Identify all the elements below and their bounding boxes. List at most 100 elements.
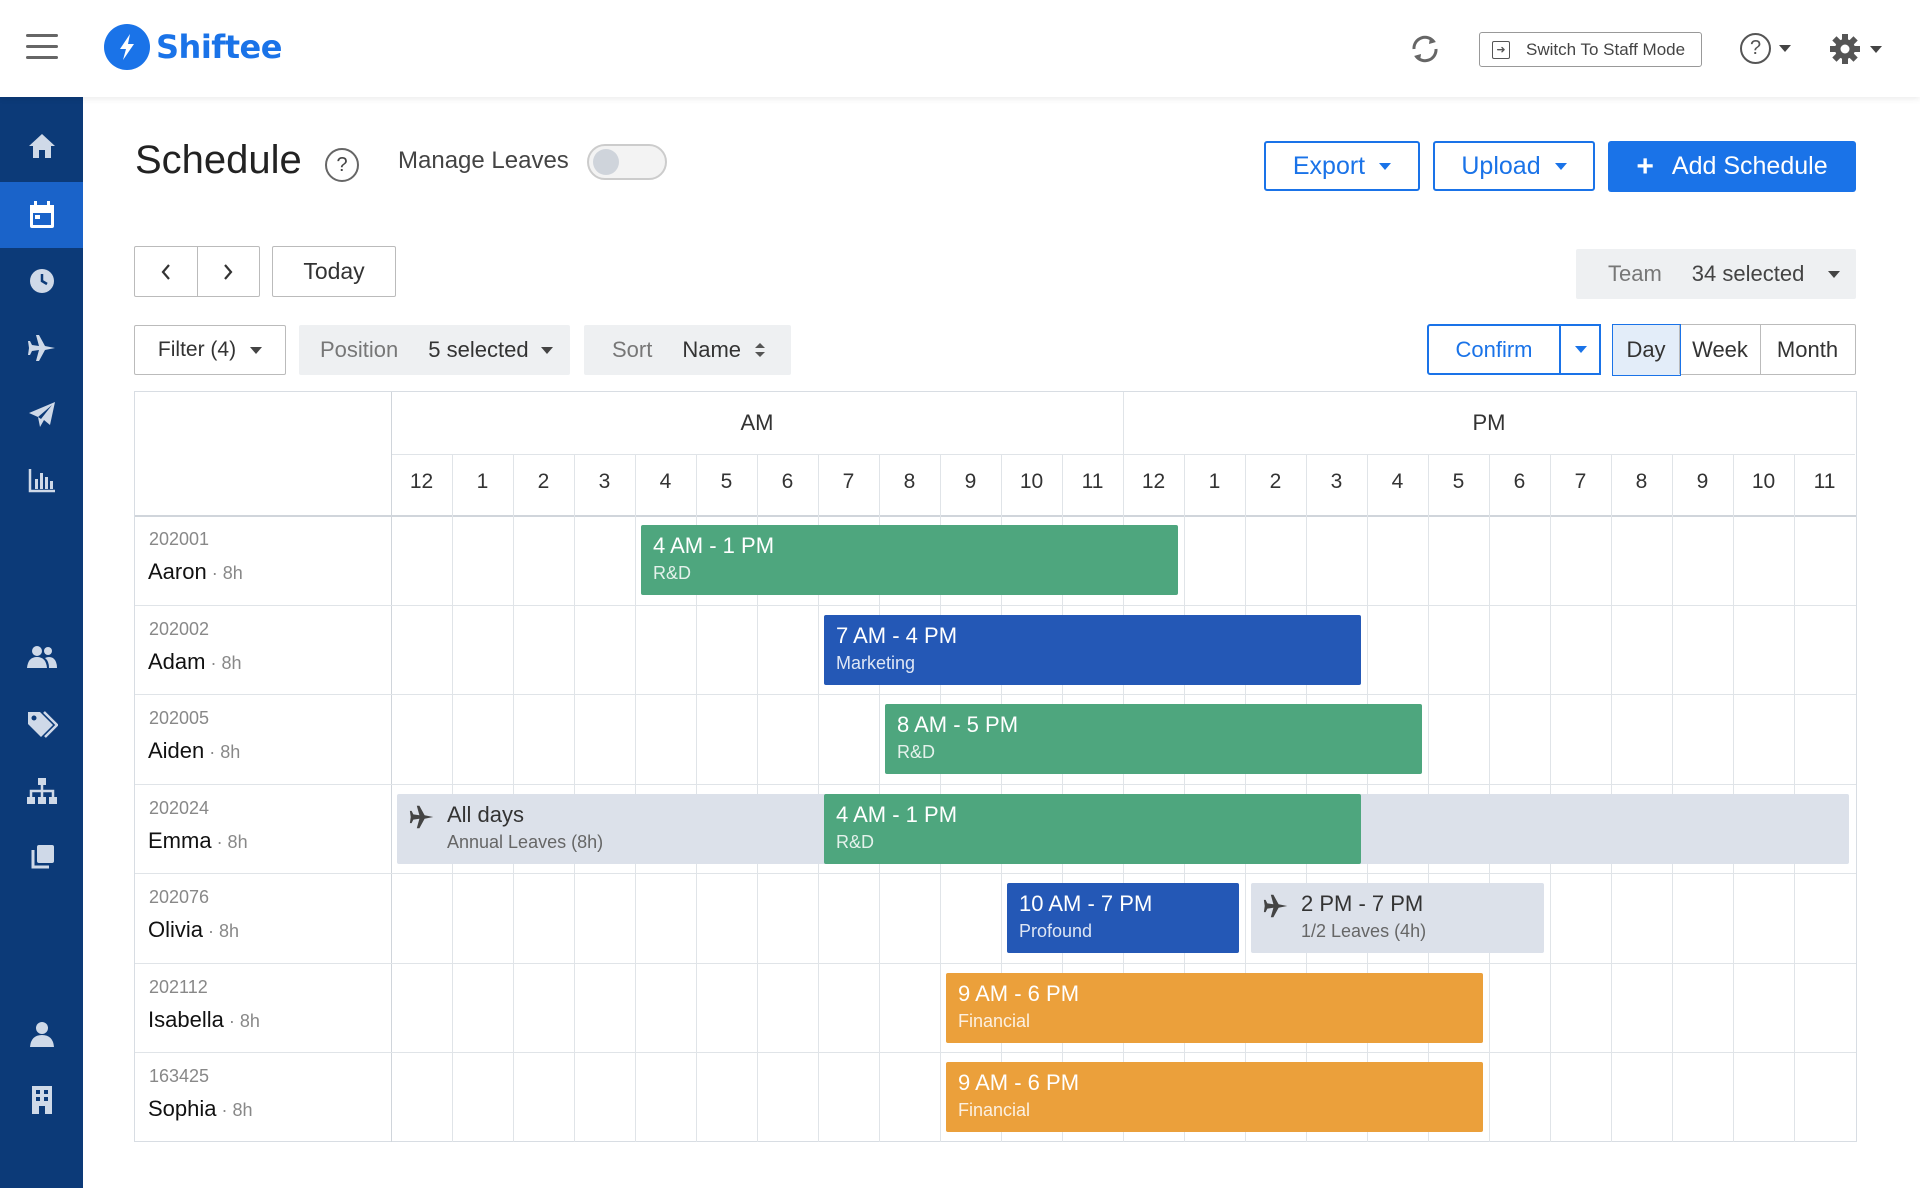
am-header: AM bbox=[740, 410, 774, 435]
shift-position: R&D bbox=[836, 831, 875, 852]
hour-label: 11 bbox=[1081, 470, 1104, 493]
logo-bolt-icon bbox=[104, 24, 150, 70]
employee-name[interactable]: Isabella · 8h bbox=[148, 1007, 260, 1033]
shift-block[interactable]: 10 AM - 7 PM Profound bbox=[1007, 883, 1239, 953]
employee-name[interactable]: Olivia · 8h bbox=[148, 917, 239, 943]
manage-leaves-label: Manage Leaves bbox=[398, 147, 569, 174]
employee-name-text: Sophia bbox=[148, 1096, 217, 1121]
leave-title: All days bbox=[447, 801, 525, 827]
hour-label: 4 bbox=[1391, 470, 1404, 493]
chevron-down-icon bbox=[1379, 162, 1392, 170]
filter-label: Filter (4) bbox=[157, 338, 237, 361]
manage-leaves-toggle[interactable] bbox=[587, 144, 667, 180]
users-icon bbox=[26, 646, 57, 668]
shift-block[interactable]: 7 AM - 4 PM Marketing bbox=[824, 614, 1361, 685]
view-week-button[interactable]: Week bbox=[1679, 325, 1760, 374]
employee-name-text: Emma bbox=[148, 827, 212, 853]
employee-id: 202005 bbox=[149, 708, 210, 728]
employee-name[interactable]: Aaron · 8h bbox=[148, 559, 243, 585]
help-menu[interactable]: ? bbox=[1740, 33, 1791, 64]
shift-position: R&D bbox=[653, 563, 692, 583]
menu-icon[interactable] bbox=[26, 34, 58, 60]
sidebar-item-employees[interactable] bbox=[0, 624, 83, 690]
hour-label: 9 bbox=[1696, 470, 1709, 493]
chevron-left-icon bbox=[161, 263, 170, 280]
sidebar-item-requests[interactable] bbox=[0, 382, 83, 448]
shift-block[interactable]: 4 AM - 1 PM R&D bbox=[641, 525, 1178, 595]
sidebar-item-home[interactable] bbox=[0, 113, 83, 179]
chevron-down-icon bbox=[540, 346, 553, 354]
hour-label: 2 bbox=[537, 470, 550, 493]
leave-type: Annual Leaves (8h) bbox=[447, 831, 604, 852]
hour-label: 12 bbox=[1141, 470, 1166, 493]
shift-block[interactable]: 9 AM - 6 PM Financial bbox=[946, 1062, 1483, 1132]
next-button[interactable] bbox=[196, 247, 260, 296]
employee-hours: · 8h bbox=[203, 921, 240, 941]
export-button[interactable]: Export bbox=[1264, 141, 1420, 191]
chevron-down-icon bbox=[1779, 45, 1791, 52]
shift-time: 4 AM - 1 PM bbox=[653, 533, 775, 558]
today-button[interactable]: Today bbox=[272, 246, 396, 297]
view-month-button[interactable]: Month bbox=[1760, 325, 1854, 374]
shift-block[interactable]: 4 AM - 1 PM R&D bbox=[824, 793, 1361, 864]
hour-label: 3 bbox=[598, 470, 611, 493]
upload-button[interactable]: Upload bbox=[1433, 141, 1595, 191]
sidebar-item-company[interactable] bbox=[0, 1067, 83, 1133]
refresh-icon[interactable] bbox=[1406, 30, 1444, 68]
hour-label: 4 bbox=[659, 470, 672, 493]
leave-block[interactable]: 2 PM - 7 PM 1/2 Leaves (4h) bbox=[1251, 883, 1544, 953]
sidebar-item-tags[interactable] bbox=[0, 691, 83, 757]
logo[interactable]: Shiftee bbox=[104, 24, 282, 70]
row-divider bbox=[135, 783, 1856, 785]
chevron-down-icon bbox=[1828, 270, 1841, 278]
shift-time: 9 AM - 6 PM bbox=[958, 980, 1080, 1006]
hour-label: 6 bbox=[1513, 470, 1526, 493]
sort-value: Name bbox=[682, 337, 742, 362]
hour-label: 9 bbox=[964, 470, 977, 493]
prev-button[interactable] bbox=[135, 247, 197, 296]
row-divider bbox=[135, 962, 1856, 964]
sidebar-item-leaves[interactable] bbox=[0, 315, 83, 381]
employee-name-text: Aiden bbox=[148, 738, 205, 763]
employee-name[interactable]: Emma · 8h bbox=[148, 828, 248, 854]
shift-position: Marketing bbox=[836, 652, 916, 673]
shift-position: Financial bbox=[958, 1100, 1031, 1120]
shift-block[interactable]: 8 AM - 5 PM R&D bbox=[885, 704, 1422, 774]
employee-name[interactable]: Aiden · 8h bbox=[148, 738, 240, 764]
row-divider bbox=[135, 1052, 1856, 1053]
employee-name-text: Aaron bbox=[148, 559, 207, 584]
sidebar-item-time[interactable] bbox=[0, 248, 83, 314]
position-select[interactable]: Position 5 selected bbox=[299, 325, 570, 375]
sort-select[interactable]: Sort Name bbox=[584, 325, 791, 375]
confirm-label: Confirm bbox=[1455, 336, 1533, 362]
view-day-button[interactable]: Day bbox=[1611, 323, 1681, 376]
sidebar bbox=[0, 97, 83, 1188]
hour-label: 12 bbox=[409, 470, 434, 493]
hour-label: 1 bbox=[1208, 470, 1221, 493]
switch-staff-mode-button[interactable]: ➜ Switch To Staff Mode bbox=[1479, 32, 1702, 67]
settings-menu[interactable] bbox=[1828, 32, 1882, 66]
help-icon[interactable]: ? bbox=[325, 148, 359, 182]
view-switcher: Day Week Month bbox=[1611, 323, 1856, 376]
building-icon bbox=[31, 1086, 52, 1114]
plus-icon: + bbox=[1636, 149, 1654, 183]
employee-name[interactable]: Sophia · 8h bbox=[148, 1096, 253, 1122]
employee-hours: · 8h bbox=[211, 831, 248, 852]
confirm-dropdown[interactable] bbox=[1559, 324, 1601, 375]
sidebar-item-documents[interactable] bbox=[0, 824, 83, 890]
employee-name[interactable]: Adam · 8h bbox=[148, 649, 242, 675]
sidebar-item-reports[interactable] bbox=[0, 447, 83, 513]
clock-icon bbox=[29, 269, 54, 293]
hour-label: 1 bbox=[476, 470, 489, 493]
sidebar-item-organization[interactable] bbox=[0, 758, 83, 824]
calendar-icon bbox=[29, 201, 54, 228]
hour-label: 7 bbox=[842, 470, 855, 493]
user-icon bbox=[29, 1022, 54, 1047]
shift-position: Financial bbox=[958, 1010, 1031, 1031]
team-select[interactable]: Team 34 selected bbox=[1576, 249, 1856, 299]
filter-button[interactable]: Filter (4) bbox=[134, 325, 286, 375]
sidebar-item-profile[interactable] bbox=[0, 1001, 83, 1067]
shift-block[interactable]: 9 AM - 6 PM Financial bbox=[946, 972, 1483, 1043]
add-schedule-button[interactable]: + Add Schedule bbox=[1608, 141, 1856, 192]
sidebar-item-schedule[interactable] bbox=[0, 182, 83, 248]
